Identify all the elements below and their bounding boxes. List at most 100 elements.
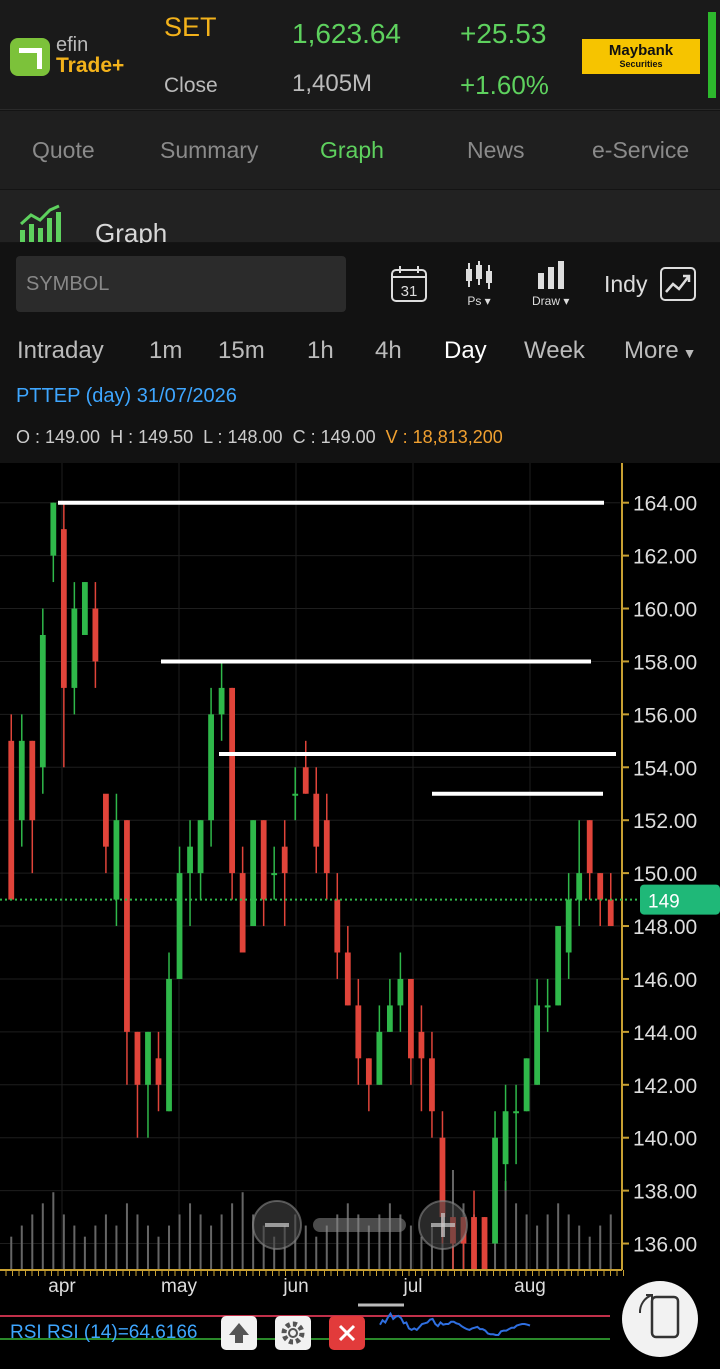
volume-bar (241, 1192, 244, 1270)
tab-graph[interactable]: Graph (320, 137, 384, 164)
volume-bar (409, 1225, 412, 1270)
candle (229, 687, 236, 900)
period-week[interactable]: Week (524, 337, 585, 365)
broker-sub: Securities (619, 59, 663, 69)
volume-bar (189, 1203, 192, 1270)
period-4h[interactable]: 4h (375, 337, 402, 365)
index-change: +25.53 (460, 18, 547, 49)
volume-bar (62, 1214, 65, 1270)
last-price-label: 149 (648, 892, 680, 913)
indicator-button[interactable] (660, 267, 696, 306)
price-tick-label: 152.00 (633, 810, 697, 833)
calendar-day: 31 (401, 283, 418, 300)
tab-news[interactable]: News (467, 137, 525, 164)
price-tick-label: 140.00 (633, 1128, 697, 1151)
volume-bar (125, 1203, 128, 1270)
rotate-screen-button[interactable] (622, 1281, 698, 1357)
date-tick-label: aug (514, 1276, 546, 1297)
tab-summary[interactable]: Summary (160, 137, 258, 164)
zoom-out-button[interactable] (252, 1200, 302, 1250)
graph-section-header: Graph (0, 190, 720, 248)
graph-chart-icon (19, 204, 61, 242)
volume-bar (136, 1214, 139, 1270)
low-value: L : 148.00 (203, 427, 283, 447)
volume-bar (557, 1203, 560, 1270)
market-volume: 1,405M (292, 70, 373, 97)
indicator-label[interactable]: Indy (604, 271, 647, 298)
volume-bar (304, 1225, 307, 1270)
volume-bar (94, 1225, 97, 1270)
volume-bar (199, 1214, 202, 1270)
candle (39, 608, 46, 794)
efin-trade-logo: efin Trade+ (10, 34, 150, 80)
price-tick-label: 154.00 (633, 757, 697, 780)
candle (81, 582, 88, 635)
volume-bar (567, 1214, 570, 1270)
price-tick-label: 158.00 (633, 651, 697, 674)
price-tick-label: 142.00 (633, 1075, 697, 1098)
chart-canvas[interactable]: 164.00 162.00 160.00 158.00 156.00 154.00 152.… (0, 463, 720, 1369)
rsi-settings-button[interactable] (275, 1316, 311, 1350)
volume-bar (536, 1225, 539, 1270)
main-tabs: Quote Summary Graph News e-Service (0, 111, 720, 189)
candle (555, 926, 562, 1006)
date-tick-label: may (161, 1276, 197, 1297)
price-tick-label: 162.00 (633, 546, 697, 569)
symbol-input[interactable]: SYMBOL (16, 256, 346, 312)
period-1m[interactable]: 1m (149, 337, 182, 365)
volume-bar (588, 1236, 591, 1270)
zoom-in-button[interactable] (418, 1200, 468, 1250)
move-up-button[interactable] (221, 1316, 257, 1350)
price-tick-label: 164.00 (633, 493, 697, 516)
volume-bar (578, 1225, 581, 1270)
volume-bar (346, 1203, 349, 1270)
app-header: efin Trade+ SET 1,623.64 +25.53 Close 1,… (0, 0, 720, 110)
calendar-button[interactable]: 31 (390, 265, 428, 308)
symbol-date: PTTEP (day) 31/07/2026 (16, 385, 237, 407)
price-tick-label: 136.00 (633, 1234, 697, 1257)
rsi-label: RSI RSI (14)=64.6166 (10, 1322, 197, 1343)
volume-bar (599, 1225, 602, 1270)
period-15m[interactable]: 15m (218, 337, 265, 365)
price-chart[interactable]: 164.00 162.00 160.00 158.00 156.00 154.00 152.… (0, 463, 720, 1369)
quote-info: PTTEP (day) 31/07/2026 O : 149.00 H : 14… (0, 379, 720, 463)
volume-bar (146, 1225, 149, 1270)
volume-bar (20, 1225, 23, 1270)
volume-bar (210, 1225, 213, 1270)
indicator-icon (660, 267, 696, 301)
open-value: O : 149.00 (16, 427, 101, 447)
draw-label: Draw (532, 294, 561, 308)
price-tick-label: 138.00 (633, 1181, 697, 1204)
volume-bar (52, 1192, 55, 1270)
caret-down-icon: ▼ (678, 345, 697, 361)
logo-text-bottom: Trade+ (56, 54, 125, 77)
volume-bar (83, 1236, 86, 1270)
maybank-logo: Maybank Securities (582, 39, 700, 74)
period-selector: Intraday 1m 15m 1h 4h Day Week More ▼ (0, 323, 720, 379)
period-1h[interactable]: 1h (307, 337, 334, 365)
volume-bar (41, 1203, 44, 1270)
volume-bar (168, 1225, 171, 1270)
zoom-slider[interactable] (313, 1218, 406, 1232)
chart-type-button[interactable]: Ps ▾ (464, 261, 494, 308)
tab-quote[interactable]: Quote (32, 137, 95, 164)
change-percent: +1.60% (460, 70, 549, 100)
period-day[interactable]: Day (444, 337, 487, 365)
volume-bar (504, 1181, 507, 1270)
candle (523, 1058, 530, 1112)
volume-value: V : 18,813,200 (385, 427, 503, 447)
candlestick-icon (466, 261, 492, 289)
volume-bar (609, 1214, 612, 1270)
tab-eservice[interactable]: e-Service (592, 137, 689, 164)
volume-bar (115, 1225, 118, 1270)
draw-button[interactable]: Draw ▾ (532, 261, 569, 308)
volume-bar (157, 1236, 160, 1270)
volume-bar (515, 1203, 518, 1270)
volume-bar (388, 1203, 391, 1270)
period-more[interactable]: More ▼ (624, 337, 696, 365)
price-tick-label: 156.00 (633, 704, 697, 727)
remove-rsi-button[interactable] (329, 1316, 365, 1350)
period-intraday[interactable]: Intraday (17, 337, 104, 365)
volume-bar (220, 1214, 223, 1270)
draw-bars-icon (537, 261, 564, 289)
